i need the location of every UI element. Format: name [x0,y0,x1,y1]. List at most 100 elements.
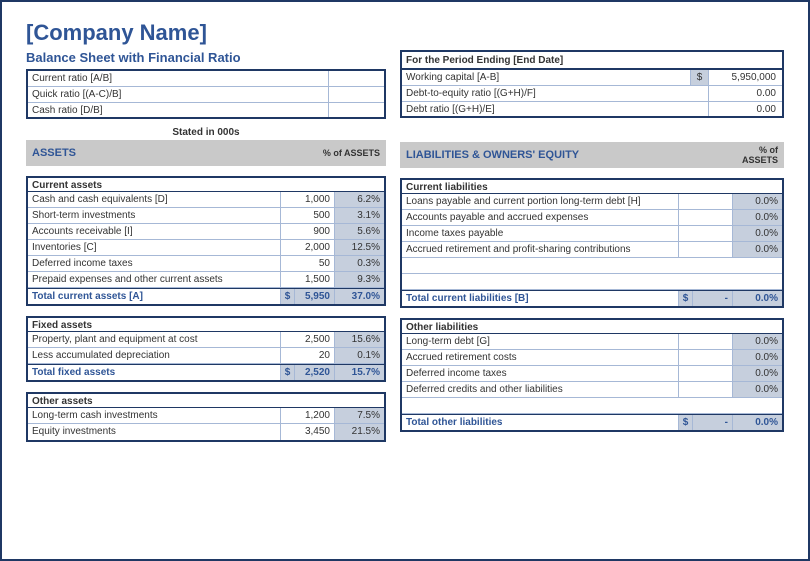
fa-total-label: Total fixed assets [28,365,280,380]
ol-row-value [678,366,732,381]
debt-equity-value: 0.00 [708,86,782,101]
debt-ratio-value: 0.00 [708,102,782,116]
ca-row-label: Deferred income taxes [28,256,280,271]
ca-row-label: Inventories [C] [28,240,280,255]
assets-section-header: ASSETS % of ASSETS [26,140,386,166]
ol-total-label: Total other liabilities [402,415,678,430]
fa-row-value: 20 [280,348,334,363]
cash-ratio-value [328,103,384,117]
cl-row-value [678,194,732,209]
ol-row-pct: 0.0% [732,366,782,381]
ol-row-pct: 0.0% [732,334,782,349]
oa-row-label: Equity investments [28,424,280,440]
period-box: Working capital [A-B]$5,950,000 Debt-to-… [400,68,784,118]
ca-row-value: 50 [280,256,334,271]
fa-total-cur: $ [280,365,294,380]
ol-row-value [678,334,732,349]
cl-row-value [678,210,732,225]
cl-row-label: Accrued retirement and profit-sharing co… [402,242,678,257]
cl-total-label: Total current liabilities [B] [402,291,678,306]
ol-row-value [678,350,732,365]
current-liab-header: Current liabilities [400,178,784,194]
cl-total-value: - [692,291,732,306]
working-capital-cur: $ [690,70,708,85]
liab-header-text: LIABILITIES & OWNERS' EQUITY [406,149,579,161]
oa-row-label: Long-term cash investments [28,408,280,423]
ca-total-pct: 37.0% [334,289,384,304]
cl-total-cur: $ [678,291,692,306]
cl-row-label: Income taxes payable [402,226,678,241]
current-ratio-value [328,71,384,86]
company-name: [Company Name] [26,20,784,46]
cl-row-pct: 0.0% [732,210,782,225]
fa-total-pct: 15.7% [334,365,384,380]
cl-row-value [678,242,732,257]
ol-total-cur: $ [678,415,692,430]
fa-row-label: Property, plant and equipment at cost [28,332,280,347]
current-liab-table: Loans payable and current portion long-t… [400,194,784,308]
ca-row-label: Prepaid expenses and other current asset… [28,272,280,287]
ca-row-value: 1,500 [280,272,334,287]
other-assets-header: Other assets [26,392,386,408]
ca-total-cur: $ [280,289,294,304]
other-liab-table: Long-term debt [G] 0.0% Accrued retiremen… [400,334,784,432]
fa-total-value: 2,520 [294,365,334,380]
stated-note: Stated in 000s [26,127,386,138]
ca-row-label: Short-term investments [28,208,280,223]
ca-row-pct: 9.3% [334,272,384,287]
ca-row-value: 500 [280,208,334,223]
fixed-assets-table: Property, plant and equipment at cost2,5… [26,332,386,382]
ol-row-label: Deferred credits and other liabilities [402,382,678,397]
liab-pct-header: % ofASSETS [742,145,778,165]
ol-row-pct: 0.0% [732,350,782,365]
quick-ratio-label: Quick ratio [(A-C)/B] [28,87,328,102]
ca-row-pct: 12.5% [334,240,384,255]
cl-total-pct: 0.0% [732,291,782,306]
quick-ratio-value [328,87,384,102]
sheet-title: Balance Sheet with Financial Ratio [26,50,386,65]
oa-row-value: 3,450 [280,424,334,440]
oa-row-value: 1,200 [280,408,334,423]
ca-total-label: Total current assets [A] [28,289,280,304]
cl-row-pct: 0.0% [732,226,782,241]
ol-row-label: Accrued retirement costs [402,350,678,365]
other-liab-header: Other liabilities [400,318,784,334]
cash-ratio-label: Cash ratio [D/B] [28,103,328,117]
assets-pct-header: % of ASSETS [323,148,380,158]
fa-row-value: 2,500 [280,332,334,347]
ratio-box: Current ratio [A/B] Quick ratio [(A-C)/B… [26,69,386,119]
fa-row-pct: 0.1% [334,348,384,363]
debt-ratio-label: Debt ratio [(G+H)/E] [402,102,708,116]
liabilities-section-header: LIABILITIES & OWNERS' EQUITY % ofASSETS [400,142,784,168]
ca-row-label: Cash and cash equivalents [D] [28,192,280,207]
current-ratio-label: Current ratio [A/B] [28,71,328,86]
current-assets-header: Current assets [26,176,386,192]
cl-row-label: Accounts payable and accrued expenses [402,210,678,225]
ol-row-value [678,382,732,397]
balance-sheet-page: [Company Name] Balance Sheet with Financ… [0,0,810,561]
oa-row-pct: 7.5% [334,408,384,423]
oa-row-pct: 21.5% [334,424,384,440]
ol-row-label: Deferred income taxes [402,366,678,381]
ol-total-pct: 0.0% [732,415,782,430]
ca-row-pct: 0.3% [334,256,384,271]
ca-row-pct: 5.6% [334,224,384,239]
assets-header-text: ASSETS [32,147,76,159]
ca-row-pct: 6.2% [334,192,384,207]
ca-row-label: Accounts receivable [I] [28,224,280,239]
working-capital-value: 5,950,000 [708,70,782,85]
current-assets-table: Cash and cash equivalents [D]1,0006.2% S… [26,192,386,306]
cl-row-pct: 0.0% [732,194,782,209]
fa-row-label: Less accumulated depreciation [28,348,280,363]
cl-row-pct: 0.0% [732,242,782,257]
cl-row-label: Loans payable and current portion long-t… [402,194,678,209]
ol-row-label: Long-term debt [G] [402,334,678,349]
fa-row-pct: 15.6% [334,332,384,347]
ca-row-value: 2,000 [280,240,334,255]
fixed-assets-header: Fixed assets [26,316,386,332]
ca-total-value: 5,950 [294,289,334,304]
ol-row-pct: 0.0% [732,382,782,397]
period-header: For the Period Ending [End Date] [400,50,784,68]
ca-row-pct: 3.1% [334,208,384,223]
working-capital-label: Working capital [A-B] [402,70,690,85]
